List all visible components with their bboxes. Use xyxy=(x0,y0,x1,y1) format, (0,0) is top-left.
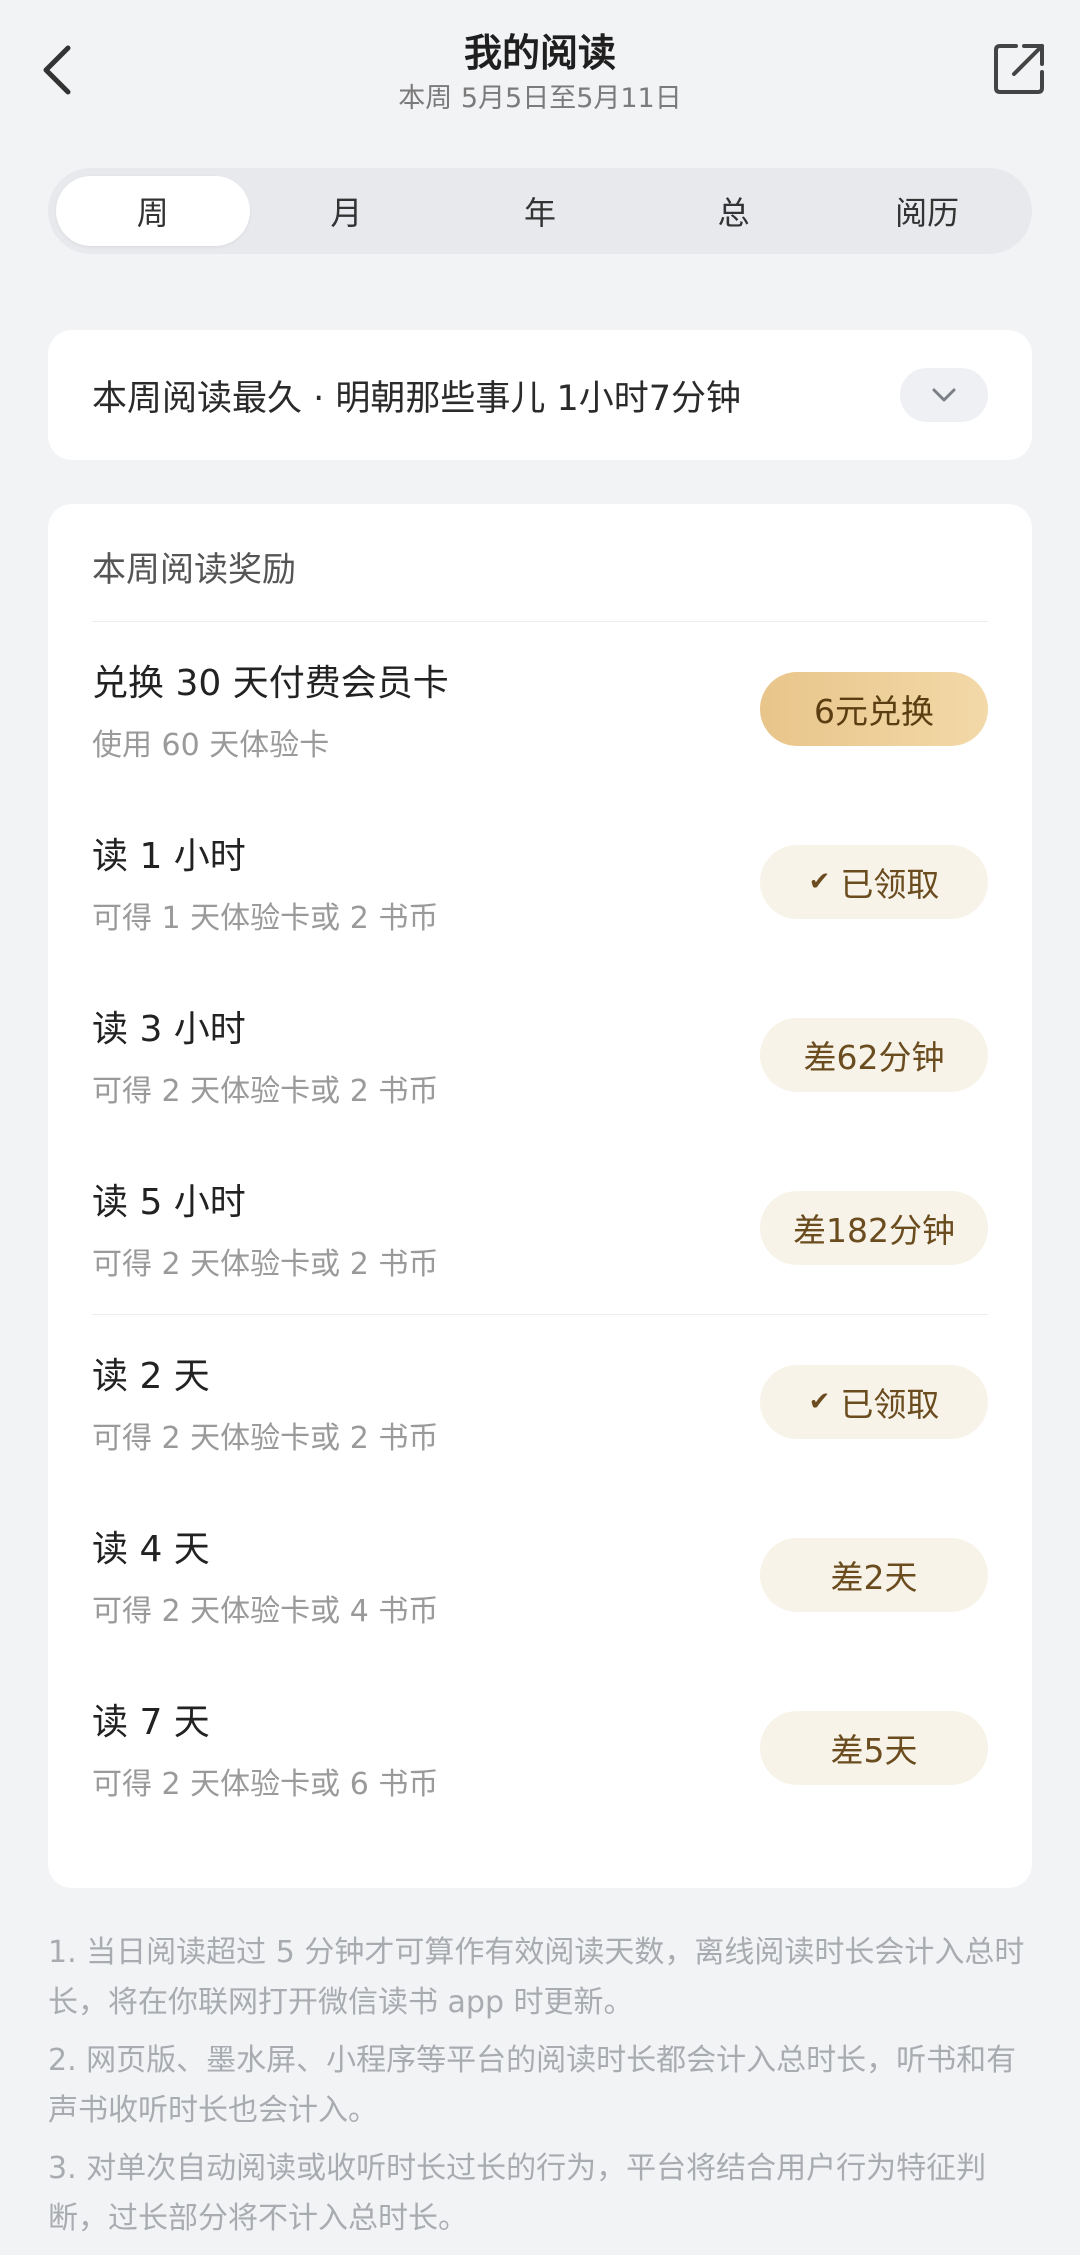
reward-subtitle: 可得 2 天体验卡或 4 书币 xyxy=(92,1593,439,1629)
reward-subtitle: 可得 2 天体验卡或 2 书币 xyxy=(92,1073,439,1109)
expand-button[interactable] xyxy=(900,368,988,422)
redeem-button[interactable]: 6元兑换 xyxy=(760,671,988,746)
header: 我的阅读 本周 5月5日至5月11日 xyxy=(0,0,1080,130)
note-item: 2. 网页版、墨水屏、小程序等平台的阅读时长都会计入总时长，听书和有声书收听时长… xyxy=(48,2043,1017,2128)
period-tabs: 周 月 年 总 阅历 xyxy=(48,168,1032,254)
reward-title: 读 7 天 xyxy=(92,1701,210,1743)
reward-row: 读 5 小时 可得 2 天体验卡或 2 书币 差182分钟 xyxy=(92,1141,988,1314)
page-subtitle: 本周 5月5日至5月11日 xyxy=(398,83,682,114)
reward-subtitle: 可得 2 天体验卡或 2 书币 xyxy=(92,1246,439,1282)
reward-subtitle: 可得 2 天体验卡或 2 书币 xyxy=(92,1420,439,1456)
reward-title: 读 3 小时 xyxy=(92,1008,246,1050)
rewards-card: 本周阅读奖励 兑换 30 天付费会员卡 使用 60 天体验卡 6元兑换 读 1 … xyxy=(48,504,1032,1888)
note-item: 3. 对单次自动阅读或收听时长过长的行为，平台将结合用户行为特征判断，过长部分将… xyxy=(48,2151,987,2236)
reward-subtitle: 可得 2 天体验卡或 6 书币 xyxy=(92,1766,439,1802)
most-read-card[interactable]: 本周阅读最久 · 明朝那些事儿 1小时7分钟 xyxy=(48,330,1032,460)
rules-notes: 1. 当日阅读超过 5 分钟才可算作有效阅读天数，离线阅读时长会计入总时长，将在… xyxy=(48,1928,1032,2252)
reward-title: 读 4 天 xyxy=(92,1528,210,1570)
check-icon: ✔ xyxy=(808,866,831,897)
claimed-button[interactable]: ✔ 已领取 xyxy=(760,844,988,919)
claimed-label: 已领取 xyxy=(840,864,940,904)
tab-year[interactable]: 年 xyxy=(443,176,637,246)
tab-week[interactable]: 周 xyxy=(56,176,250,246)
reward-subtitle: 使用 60 天体验卡 xyxy=(92,727,330,763)
reward-title: 兑换 30 天付费会员卡 xyxy=(92,662,449,704)
share-button[interactable] xyxy=(990,38,1050,98)
note-item: 1. 当日阅读超过 5 分钟才可算作有效阅读天数，离线阅读时长会计入总时长，将在… xyxy=(48,1935,1025,2020)
reward-row: 读 7 天 可得 2 天体验卡或 6 书币 差5天 xyxy=(92,1661,988,1834)
claimed-button[interactable]: ✔ 已领取 xyxy=(760,1364,988,1439)
reward-row: 读 2 天 可得 2 天体验卡或 2 书币 ✔ 已领取 xyxy=(92,1315,988,1488)
rewards-title: 本周阅读奖励 xyxy=(92,504,988,622)
progress-button[interactable]: 差5天 xyxy=(760,1710,988,1785)
progress-button[interactable]: 差62分钟 xyxy=(760,1017,988,1092)
reward-title: 读 1 小时 xyxy=(92,835,246,877)
reward-subtitle: 可得 1 天体验卡或 2 书币 xyxy=(92,900,439,936)
tab-history[interactable]: 阅历 xyxy=(830,176,1024,246)
progress-button[interactable]: 差182分钟 xyxy=(760,1190,988,1265)
reward-row: 读 1 小时 可得 1 天体验卡或 2 书币 ✔ 已领取 xyxy=(92,795,988,968)
share-icon xyxy=(994,44,1044,94)
reward-row: 读 3 小时 可得 2 天体验卡或 2 书币 差62分钟 xyxy=(92,968,988,1141)
page-title: 我的阅读 xyxy=(463,31,616,75)
most-read-text: 本周阅读最久 · 明朝那些事儿 1小时7分钟 xyxy=(92,378,742,419)
tab-total[interactable]: 总 xyxy=(637,176,831,246)
reward-row: 兑换 30 天付费会员卡 使用 60 天体验卡 6元兑换 xyxy=(92,622,988,795)
claimed-label: 已领取 xyxy=(840,1384,940,1424)
reward-title: 读 5 小时 xyxy=(92,1181,246,1223)
check-icon: ✔ xyxy=(808,1386,831,1417)
reward-title: 读 2 天 xyxy=(92,1355,210,1397)
reward-row: 读 4 天 可得 2 天体验卡或 4 书币 差2天 xyxy=(92,1488,988,1661)
progress-button[interactable]: 差2天 xyxy=(760,1537,988,1612)
chevron-down-icon xyxy=(932,388,956,402)
tab-month[interactable]: 月 xyxy=(250,176,444,246)
